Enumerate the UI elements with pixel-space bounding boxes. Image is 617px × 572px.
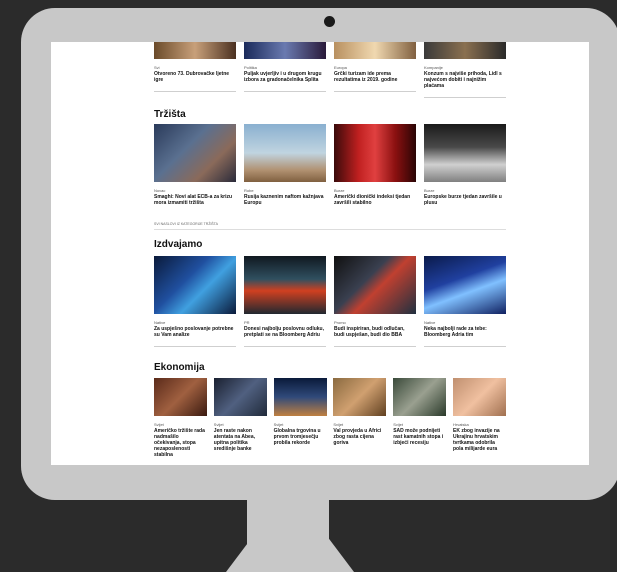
card-divider [244, 91, 326, 92]
news-card[interactable]: Native Neka najbolji rade za tebe: Bloom… [424, 256, 506, 347]
news-card[interactable]: Kompanije Konzum s najviše prihoda, Lidl… [424, 42, 506, 98]
article-category[interactable]: Hrvatska [453, 422, 506, 427]
news-card[interactable]: PR Donesi najbolju poslovnu odluku, pret… [244, 256, 326, 347]
article-title[interactable]: Neka najbolji rade za tebe: Bloomberg Ad… [424, 326, 506, 338]
section-title-trzista[interactable]: Tržišta [154, 109, 186, 120]
card-divider [154, 91, 236, 92]
article-category[interactable]: Native [424, 320, 506, 325]
article-category[interactable]: Svijet [154, 422, 207, 427]
article-title[interactable]: Puljak uvjerljiv i u drugom krugu izbora… [244, 71, 326, 83]
article-title[interactable]: Konzum s najviše prihoda, Lidl s najvećo… [424, 71, 506, 89]
article-image[interactable] [154, 42, 236, 59]
article-title[interactable]: SAD može podnijeti rast kamatnih stopa i… [393, 428, 446, 446]
article-title[interactable]: Otvoreno 73. Dubrovačke ljetne igre [154, 71, 236, 83]
article-image[interactable] [424, 124, 506, 182]
article-image[interactable] [393, 378, 447, 416]
article-image[interactable] [452, 378, 506, 416]
news-card[interactable]: Svijet Globalna trgovina u prvom tromjes… [273, 378, 327, 458]
section-title-izdvajamo[interactable]: Izdvajamo [154, 239, 202, 250]
article-category[interactable]: Svi [154, 65, 236, 70]
article-title[interactable]: Američki dionički indeksi tjedan završil… [334, 194, 416, 206]
card-divider [334, 346, 416, 347]
article-title[interactable]: Američko tržište rada nadmašilo očekivan… [154, 428, 207, 458]
article-category[interactable]: Svijet [393, 422, 446, 427]
news-card[interactable]: Promo Budi inspiriran, budi odlučan, bud… [334, 256, 416, 347]
article-category[interactable]: Burze [334, 188, 416, 193]
article-category[interactable]: Kompanije [424, 65, 506, 70]
article-image[interactable] [213, 378, 267, 416]
news-card[interactable]: Svi Otvoreno 73. Dubrovačke ljetne igre [154, 42, 236, 98]
article-title[interactable]: Smaghi: Novi alat ECB-a za krizu mora iz… [154, 194, 236, 206]
news-card[interactable]: Svijet SAD može podnijeti rast kamatnih … [393, 378, 447, 458]
card-divider [424, 97, 506, 98]
news-row-trzista: Novac Smaghi: Novi alat ECB-a za krizu m… [154, 124, 506, 206]
article-image[interactable] [244, 256, 326, 314]
news-card[interactable]: Novac Smaghi: Novi alat ECB-a za krizu m… [154, 124, 236, 206]
article-category[interactable]: Promo [334, 320, 416, 325]
article-title[interactable]: EK zbog invazije na Ukrajinu hrvatskim t… [453, 428, 506, 452]
section-divider [154, 229, 506, 230]
article-category[interactable]: Politika [244, 65, 326, 70]
article-image[interactable] [334, 124, 416, 182]
article-image[interactable] [154, 124, 236, 182]
news-card[interactable]: Europa Grčki turizam ide prema rezultati… [334, 42, 416, 98]
news-card[interactable]: Burze Europske burze tjedan završile u p… [424, 124, 506, 206]
news-card[interactable]: Politika Puljak uvjerljiv i u drugom kru… [244, 42, 326, 98]
monitor-base [226, 538, 354, 572]
browser-screen: Svi Otvoreno 73. Dubrovačke ljetne igre … [51, 42, 589, 465]
card-divider [244, 346, 326, 347]
news-card[interactable]: Native Za uspješno poslovanje potrebne s… [154, 256, 236, 347]
card-divider [154, 346, 236, 347]
article-category[interactable]: Robe [244, 188, 326, 193]
section-title-ekonomija[interactable]: Ekonomija [154, 362, 205, 373]
article-category[interactable]: Svijet [214, 422, 267, 427]
article-category[interactable]: Native [154, 320, 236, 325]
article-image[interactable] [424, 42, 506, 59]
article-image[interactable] [334, 256, 416, 314]
news-card[interactable]: Svijet Američko tržište rada nadmašilo o… [154, 378, 207, 458]
article-image[interactable] [154, 256, 236, 314]
article-title[interactable]: Grčki turizam ide prema rezultatima iz 2… [334, 71, 416, 83]
article-title[interactable]: Rusija kaznenim naftom kažnjava Europu [244, 194, 326, 206]
article-image[interactable] [333, 378, 387, 416]
article-image[interactable] [154, 378, 207, 416]
article-title[interactable]: Budi inspiriran, budi odlučan, budi uspj… [334, 326, 416, 338]
article-category[interactable]: Svijet [333, 422, 386, 427]
news-row-izdvajamo: Native Za uspješno poslovanje potrebne s… [154, 256, 506, 347]
news-row-top: Svi Otvoreno 73. Dubrovačke ljetne igre … [154, 42, 506, 98]
news-row-ekonomija: Svijet Američko tržište rada nadmašilo o… [154, 378, 506, 458]
article-image[interactable] [334, 42, 416, 59]
article-title[interactable]: Za uspješno poslovanje potrebne su Vam a… [154, 326, 236, 338]
article-title[interactable]: Val provjeda u Africi zbog rasta cijena … [333, 428, 386, 446]
article-category[interactable]: Novac [154, 188, 236, 193]
article-title[interactable]: Jen raste nakon atentata na Abea, upitna… [214, 428, 267, 452]
card-divider [334, 91, 416, 92]
article-category[interactable]: Svijet [274, 422, 327, 427]
news-card[interactable]: Hrvatska EK zbog invazije na Ukrajinu hr… [452, 378, 506, 458]
news-card[interactable]: Svijet Val provjeda u Africi zbog rasta … [333, 378, 387, 458]
news-card[interactable]: Robe Rusija kaznenim naftom kažnjava Eur… [244, 124, 326, 206]
card-divider [424, 346, 506, 347]
article-title[interactable]: Europske burze tjedan završile u plusu [424, 194, 506, 206]
article-image[interactable] [244, 42, 326, 59]
article-image[interactable] [244, 124, 326, 182]
webcam-icon [324, 16, 335, 27]
article-image[interactable] [273, 378, 327, 416]
more-link-trzista[interactable]: SVI NASLOVI IZ KATEGORIJE TRŽIŠTA [154, 222, 218, 226]
news-card[interactable]: Burze Američki dionički indeksi tjedan z… [334, 124, 416, 206]
article-title[interactable]: Donesi najbolju poslovnu odluku, pretpla… [244, 326, 326, 338]
article-title[interactable]: Globalna trgovina u prvom tromjesečju pr… [274, 428, 327, 446]
news-card[interactable]: Svijet Jen raste nakon atentata na Abea,… [213, 378, 267, 458]
article-category[interactable]: PR [244, 320, 326, 325]
article-category[interactable]: Burze [424, 188, 506, 193]
article-category[interactable]: Europa [334, 65, 416, 70]
article-image[interactable] [424, 256, 506, 314]
